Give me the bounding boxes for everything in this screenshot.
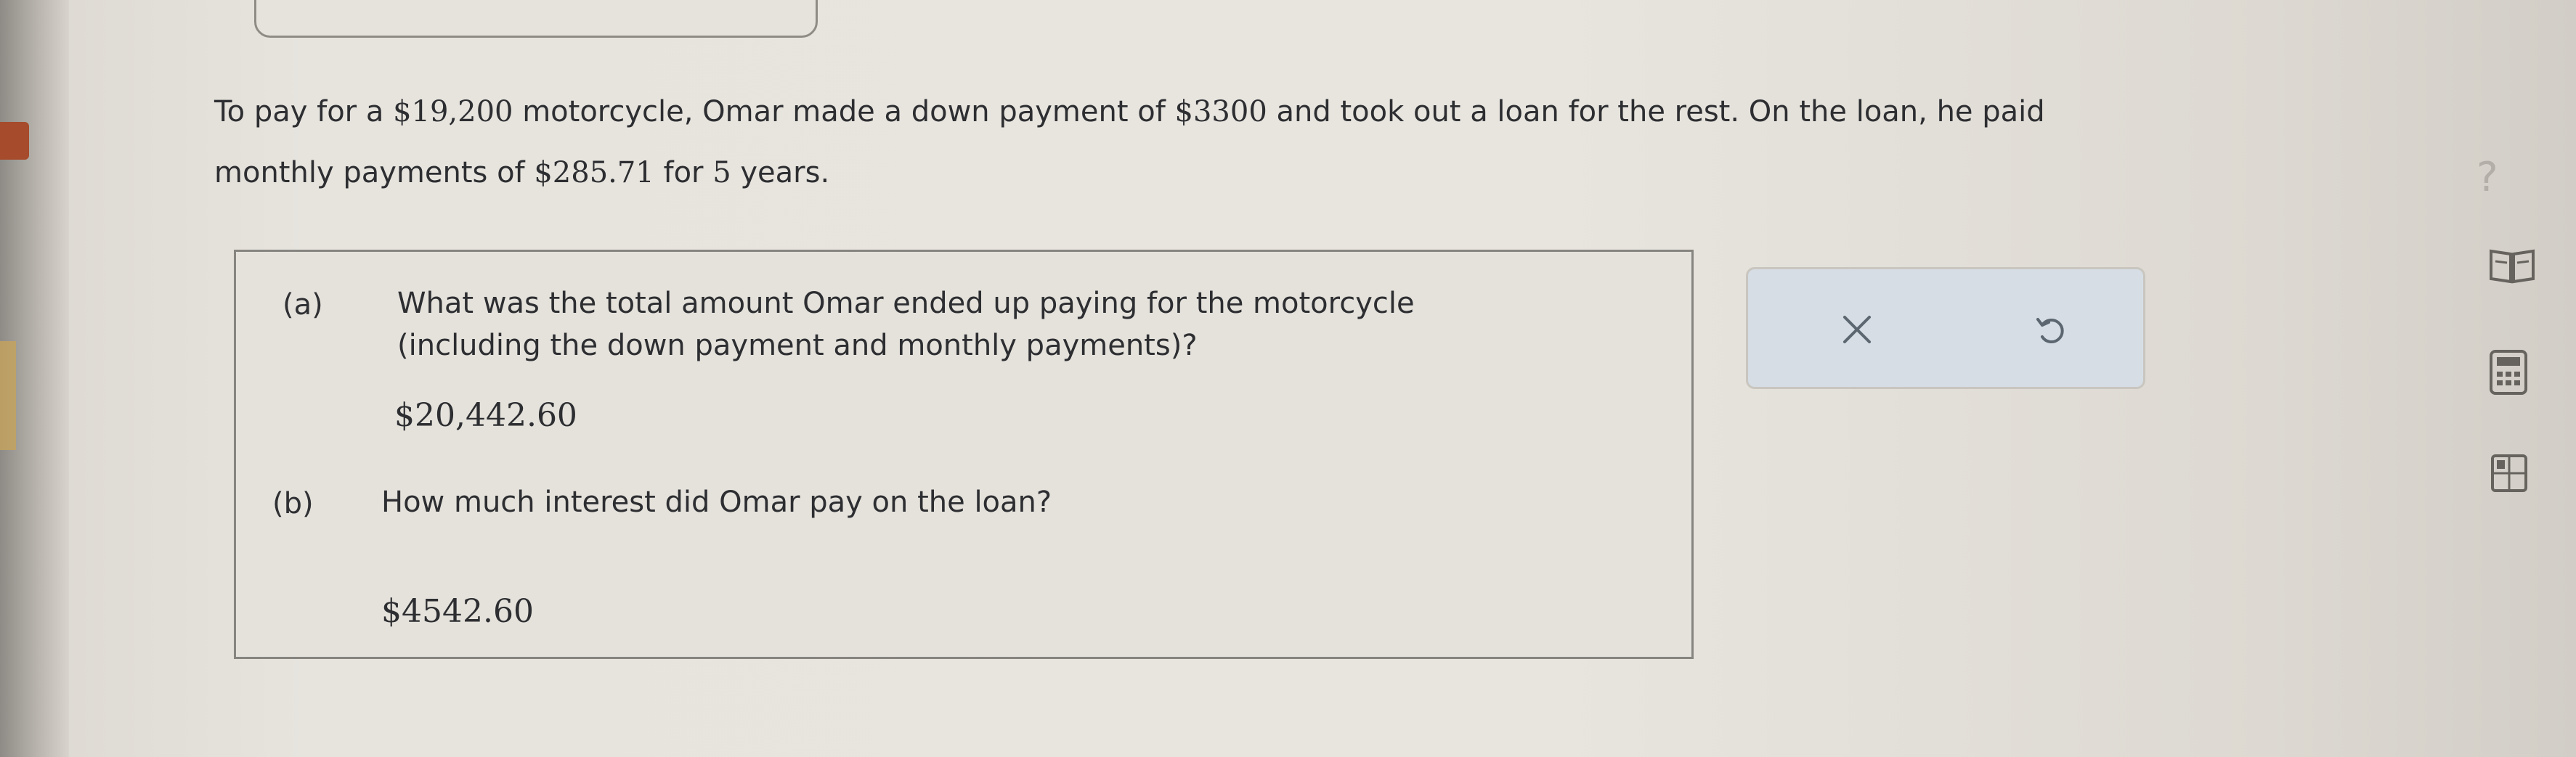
part-a-answer-field[interactable]: $20,442.60: [394, 397, 577, 434]
grid-icon[interactable]: [2490, 453, 2529, 502]
problem-text: monthly payments of: [214, 156, 535, 189]
part-a-question-line: (including the down payment and monthly …: [397, 329, 1198, 362]
top-panel-edge: [254, 0, 818, 38]
answer-box: (a) What was the total amount Omar ended…: [234, 250, 1694, 659]
part-b-question: How much interest did Omar pay on the lo…: [381, 481, 1052, 523]
undo-icon: [2036, 318, 2064, 343]
part-a-question: What was the total amount Omar ended up …: [397, 282, 1415, 367]
problem-text: To pay for a: [214, 95, 394, 128]
problem-text: motorcycle, Omar made a down payment of: [513, 95, 1175, 128]
problem-text: years.: [731, 156, 830, 189]
part-a-question-line: What was the total amount Omar ended up …: [397, 287, 1415, 320]
part-b-answer-field[interactable]: $4542.60: [381, 593, 534, 630]
price-value: $19,200: [393, 95, 513, 128]
undo-button[interactable]: [2018, 297, 2084, 362]
years-value: 5: [712, 156, 731, 189]
part-b-label: (b): [272, 487, 314, 520]
left-edge-marker: [0, 122, 29, 160]
problem-statement: To pay for a $19,200 motorcycle, Omar ma…: [214, 81, 2378, 203]
x-icon: [1843, 316, 1871, 343]
down-payment-value: $3300: [1174, 95, 1267, 128]
help-icon[interactable]: ?: [2477, 154, 2498, 201]
calculator-icon[interactable]: [2488, 348, 2529, 404]
monthly-payment-value: $285.71: [534, 156, 654, 189]
part-b-question-line: How much interest did Omar pay on the lo…: [381, 486, 1052, 519]
problem-line-2: monthly payments of $285.71 for 5 years.: [214, 142, 2378, 203]
part-a-label: (a): [283, 288, 323, 322]
clear-button[interactable]: [1824, 297, 1890, 362]
problem-text: and took out a loan for the rest. On the…: [1267, 95, 2045, 128]
left-edge-bar: [0, 341, 16, 450]
problem-line-1: To pay for a $19,200 motorcycle, Omar ma…: [214, 81, 2378, 142]
answer-toolbar: [1746, 267, 2145, 389]
problem-text: for: [654, 156, 713, 189]
book-icon[interactable]: [2487, 244, 2538, 295]
